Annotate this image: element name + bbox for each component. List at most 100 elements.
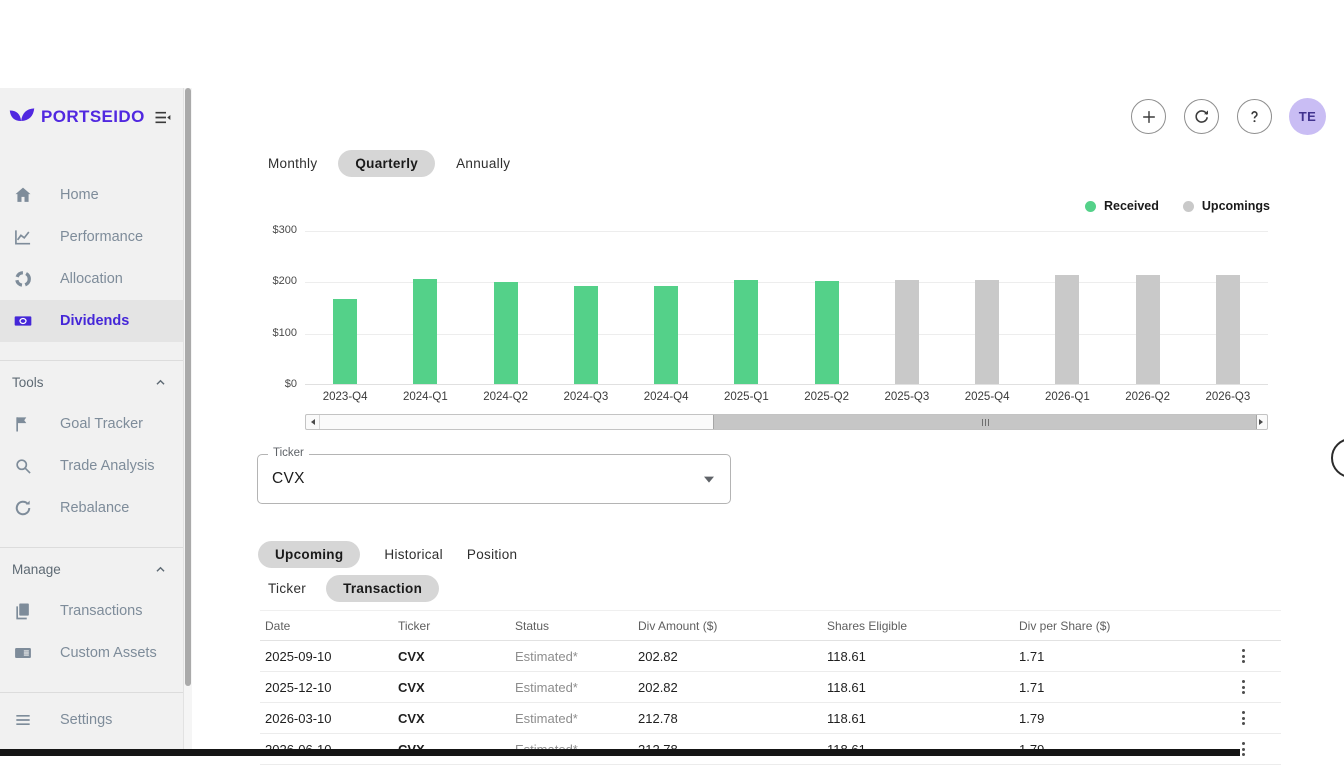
tab-ticker[interactable]: Ticker [268,575,306,602]
sidebar-item-label: Dividends [60,313,129,329]
bar-2025-q3[interactable] [895,280,919,384]
portseido-logo-icon [8,107,36,128]
bar-2025-q2[interactable] [815,281,839,384]
tab-monthly[interactable]: Monthly [268,150,317,177]
tab-quarterly[interactable]: Quarterly [338,150,435,177]
section-header-manage[interactable]: Manage [0,548,183,590]
avatar[interactable]: TE [1289,98,1326,135]
legend-item-upcomings: Upcomings [1183,199,1270,213]
sidebar-item-label: Transactions [60,603,142,619]
y-tick-label: $0 [285,378,297,390]
sidebar-item-label: Goal Tracker [60,416,143,432]
table-header: DateTickerStatusDiv Amount ($)Shares Eli… [260,610,1281,641]
cell-ticker: CVX [393,680,510,695]
row-menu-kebab-icon[interactable] [1234,676,1253,698]
bar-2024-q2[interactable] [494,282,518,384]
refresh-button[interactable] [1184,99,1219,134]
bar-2023-q4[interactable] [333,299,357,384]
tab-position[interactable]: Position [467,541,517,568]
brand-name: PORTSEIDO [41,107,152,127]
tab-transaction[interactable]: Transaction [326,575,439,602]
row-menu-kebab-icon[interactable] [1234,645,1253,667]
cell-shares: 118.61 [822,649,1014,664]
scroll-left-arrow-icon[interactable] [306,415,320,429]
cell-shares: 118.61 [822,711,1014,726]
sidebar-item-settings[interactable]: Settings [0,699,183,741]
line-chart-icon [12,226,34,248]
tab-upcoming[interactable]: Upcoming [258,541,360,568]
section-label: Tools [12,375,44,390]
sidebar-item-label: Performance [60,229,143,245]
chevron-up-icon[interactable] [152,374,169,391]
ticker-select[interactable]: Ticker CVX [257,454,731,504]
refresh-icon [1192,107,1211,126]
col-header-ticker: Ticker [393,619,510,633]
chevron-down-icon [704,477,714,483]
bar-2024-q4[interactable] [654,286,678,384]
sidebar-item-allocation[interactable]: Allocation [0,258,183,300]
flag-icon [12,413,34,435]
ticker-select-value: CVX [272,470,305,488]
bar-2026-q2[interactable] [1136,275,1160,384]
gridline [305,334,1268,335]
col-header-status: Status [510,619,633,633]
x-tick-label: 2025-Q3 [867,391,947,403]
help-button[interactable] [1237,99,1272,134]
bar-2025-q1[interactable] [734,280,758,384]
table-row: 2025-09-10CVXEstimated*202.82118.611.71 [260,641,1281,672]
bar-2024-q3[interactable] [574,286,598,384]
section-label: Manage [12,562,61,577]
sidebar-collapse-icon[interactable] [152,107,173,128]
cell-shares: 118.61 [822,680,1014,695]
sidebar-item-label: Settings [60,712,112,728]
legend-label: Received [1104,199,1159,213]
sidebar-scrollbar[interactable] [183,88,192,756]
x-tick-label: 2024-Q3 [546,391,626,403]
sidebar-item-custom-assets[interactable]: Custom Assets [0,632,183,674]
x-tick-label: 2025-Q1 [706,391,786,403]
period-tabs: Monthly Quarterly Annually [268,150,510,177]
chart-scrollbar-thumb[interactable] [713,415,1257,429]
bar-2026-q1[interactable] [1055,275,1079,384]
col-header-shares-eligible: Shares Eligible [822,619,1014,633]
cell-ticker: CVX [393,649,510,664]
sidebar-item-transactions[interactable]: Transactions [0,590,183,632]
sidebar-item-performance[interactable]: Performance [0,216,183,258]
sidebar-item-goal-tracker[interactable]: Goal Tracker [0,403,183,445]
edge-floating-button[interactable] [1331,438,1344,478]
row-menu-kebab-icon[interactable] [1234,707,1253,729]
tab-historical[interactable]: Historical [384,541,443,568]
cell-date: 2026-03-10 [260,711,393,726]
sidebar-scrollbar-thumb[interactable] [185,88,191,686]
chart-scrollbar[interactable] [305,414,1268,430]
gridline [305,282,1268,283]
home-icon [12,184,34,206]
chevron-up-icon[interactable] [152,561,169,578]
add-button[interactable] [1131,99,1166,134]
y-tick-label: $200 [273,275,297,287]
sidebar-item-label: Custom Assets [60,645,157,661]
logo-row: PORTSEIDO [0,88,183,133]
upcoming-dividends-table: DateTickerStatusDiv Amount ($)Shares Eli… [260,610,1281,765]
cell-date: 2025-09-10 [260,649,393,664]
chart-legend: Received Upcomings [1085,199,1270,213]
section-header-tools[interactable]: Tools [0,361,183,403]
x-tick-label: 2025-Q4 [947,391,1027,403]
bar-2024-q1[interactable] [413,279,437,384]
ticker-select-label: Ticker [268,447,309,459]
question-icon [1245,107,1264,126]
sidebar-item-dividends[interactable]: Dividends [0,300,183,342]
sidebar-item-home[interactable]: Home [0,174,183,216]
card-icon [12,642,34,664]
sidebar-item-trade-analysis[interactable]: Trade Analysis [0,445,183,487]
y-tick-label: $300 [273,224,297,236]
tab-annually[interactable]: Annually [456,150,510,177]
filter-tabs: Ticker Transaction [268,575,439,602]
bar-2026-q3[interactable] [1216,275,1240,384]
bar-2025-q4[interactable] [975,280,999,384]
scroll-right-arrow-icon[interactable] [1254,415,1267,429]
table-row: 2026-03-10CVXEstimated*212.78118.611.79 [260,703,1281,734]
sidebar-divider [0,692,183,693]
sidebar-item-rebalance[interactable]: Rebalance [0,487,183,529]
gridline [305,231,1268,232]
